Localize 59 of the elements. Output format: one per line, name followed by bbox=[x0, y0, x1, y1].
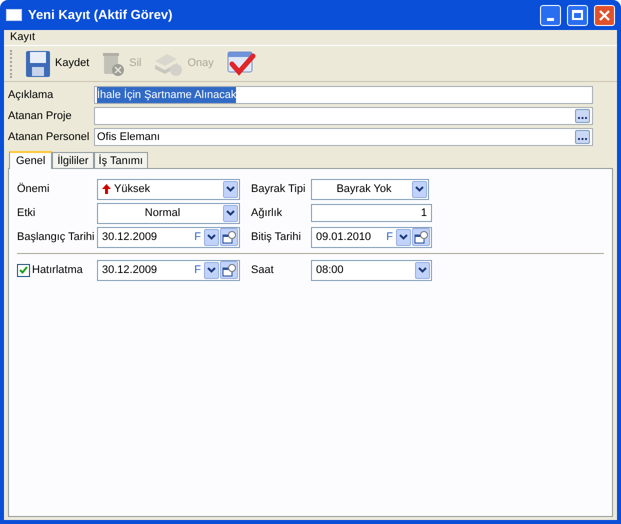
dropdown-button[interactable] bbox=[204, 228, 219, 246]
field-label: Etki bbox=[17, 206, 36, 221]
chevron-down-icon bbox=[418, 267, 427, 273]
date-field[interactable]: 30.12.2009 F bbox=[97, 260, 240, 280]
date-field[interactable]: 30.12.2009 F bbox=[97, 226, 240, 248]
chevron-down-icon bbox=[399, 234, 408, 240]
window-title: Yeni Kayıt (Aktif Görev) bbox=[28, 6, 174, 24]
field-label: Ağırlık bbox=[251, 206, 284, 221]
tab[interactable]: Genel bbox=[9, 151, 52, 169]
field-label: Açıklama bbox=[8, 88, 54, 103]
field-label: Bitiş Tarihi bbox=[251, 230, 302, 245]
minimize-button[interactable] bbox=[540, 4, 561, 26]
dropdown-field[interactable]: 08:00 bbox=[311, 260, 432, 280]
close-icon bbox=[598, 8, 611, 22]
chevron-down-icon bbox=[207, 267, 216, 273]
lookup-button[interactable] bbox=[575, 130, 590, 144]
field-label: Bayrak Tipi bbox=[251, 182, 306, 197]
close-button[interactable] bbox=[594, 4, 615, 26]
calendar-clock-icon bbox=[222, 264, 236, 276]
dropdown-button[interactable] bbox=[204, 262, 219, 278]
field-label: Saat bbox=[251, 262, 275, 278]
field-label: Önemi bbox=[17, 182, 50, 197]
checkbox[interactable] bbox=[17, 264, 30, 276]
calendar-button[interactable] bbox=[220, 261, 238, 279]
dropdown-button[interactable] bbox=[412, 180, 427, 198]
field-label: Atanan Proje bbox=[8, 108, 73, 124]
chevron-down-icon bbox=[207, 234, 216, 240]
field-label: Hatırlatma bbox=[32, 262, 83, 278]
dropdown-button[interactable] bbox=[415, 262, 430, 278]
menu-item[interactable]: Kayıt bbox=[8, 29, 38, 46]
calendar-clock-icon bbox=[414, 230, 428, 244]
dropdown-field[interactable]: Yüksek bbox=[97, 178, 240, 200]
trash-can-icon bbox=[101, 50, 126, 76]
field-label: Başlangıç Tarihi bbox=[17, 230, 96, 245]
maximize-button[interactable] bbox=[567, 4, 588, 26]
field-label: Atanan Personel bbox=[8, 130, 90, 145]
save-button[interactable]: Kaydet bbox=[22, 48, 92, 80]
text-field[interactable]: İhale İçin Şartname Alınacak bbox=[94, 86, 593, 104]
text-field[interactable]: Ofis Elemanı bbox=[94, 128, 593, 146]
dropdown-button[interactable] bbox=[223, 204, 238, 222]
calendar-clock-icon bbox=[222, 230, 236, 244]
lookup-button[interactable] bbox=[575, 109, 590, 123]
up-arrow-icon bbox=[102, 184, 111, 194]
dropdown-button[interactable] bbox=[396, 228, 411, 246]
date-field[interactable]: 09.01.2010 F bbox=[311, 226, 432, 248]
window-icon bbox=[6, 9, 22, 21]
chevron-down-icon bbox=[226, 186, 235, 192]
tab[interactable]: İş Tanımı bbox=[94, 152, 148, 168]
dropdown-field[interactable]: Normal bbox=[97, 202, 240, 224]
dropdown-field[interactable]: Bayrak Yok bbox=[311, 178, 429, 200]
dropdown-button[interactable] bbox=[223, 180, 238, 198]
chevron-down-icon bbox=[226, 210, 235, 216]
calendar-button[interactable] bbox=[412, 228, 430, 246]
checkmark-window-icon bbox=[226, 50, 256, 78]
tab[interactable]: İlgililer bbox=[52, 152, 94, 168]
calendar-button[interactable] bbox=[220, 228, 238, 246]
number-field[interactable]: 1 bbox=[311, 204, 432, 222]
chevron-down-icon bbox=[415, 186, 424, 192]
text-field[interactable] bbox=[94, 107, 593, 125]
